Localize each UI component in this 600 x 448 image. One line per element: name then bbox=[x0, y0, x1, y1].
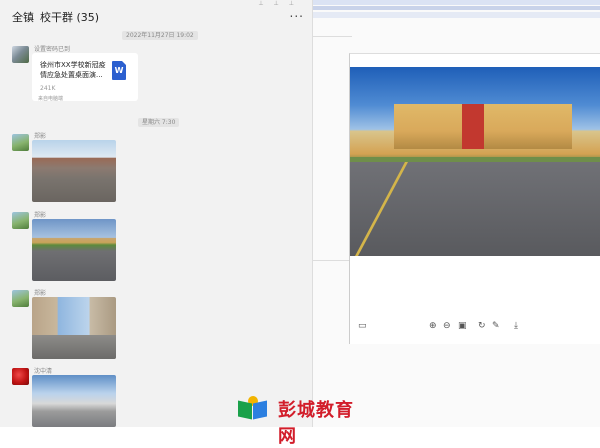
sender-name: 郑影 bbox=[34, 133, 47, 140]
avatar[interactable] bbox=[12, 212, 29, 229]
original-size-icon[interactable]: ▣ bbox=[458, 319, 467, 333]
file-name: 徐州市XX学校新冠疫情应急处置桌面演... bbox=[40, 61, 106, 79]
watermark-text: 彭城教育网 bbox=[278, 400, 354, 447]
image-message[interactable] bbox=[32, 219, 116, 281]
viewer-toolbar: ▭ ⊕ ⊖ ▣ ↻ ✎ ⤓ bbox=[350, 319, 600, 333]
image-message[interactable] bbox=[32, 297, 116, 359]
watermark-logo: 彭城教育网 bbox=[236, 394, 370, 447]
background-tabs bbox=[312, 12, 600, 18]
edit-icon[interactable]: ✎ bbox=[492, 319, 500, 333]
book-logo-icon bbox=[236, 396, 270, 422]
sender-name: 沈中清 bbox=[34, 368, 53, 375]
background-toolbar bbox=[312, 6, 600, 10]
back-button[interactable]: 全镇 bbox=[12, 9, 34, 25]
sender-name: 设置密码已到 bbox=[34, 46, 71, 53]
zoom-out-icon[interactable]: ⊖ bbox=[443, 319, 451, 333]
avatar[interactable] bbox=[12, 290, 29, 307]
image-message[interactable] bbox=[32, 375, 116, 427]
sender-name: 郑影 bbox=[34, 212, 47, 219]
download-icon[interactable]: ⤓ bbox=[514, 319, 518, 333]
timestamp: 2022年11月27日 19:02 bbox=[122, 31, 198, 40]
background-title-bar bbox=[312, 0, 600, 5]
avatar[interactable] bbox=[12, 368, 29, 385]
image-message[interactable] bbox=[32, 140, 116, 202]
avatar[interactable] bbox=[12, 134, 29, 151]
chat-panel: 全镇 校干群 (35) ⊥⊥⊥ ... 2022年11月27日 19:02 设置… bbox=[0, 0, 313, 427]
chat-title: 校干群 (35) bbox=[40, 11, 100, 24]
timestamp: 星期六 7:30 bbox=[138, 118, 180, 127]
background-divider bbox=[312, 36, 352, 37]
zoom-in-icon[interactable]: ⊕ bbox=[429, 319, 437, 333]
image-road bbox=[350, 162, 600, 256]
word-document-icon: W bbox=[112, 61, 126, 80]
more-options-button[interactable]: ... bbox=[290, 6, 304, 20]
avatar[interactable] bbox=[12, 46, 29, 63]
chat-header: 全镇 校干群 (35) ⊥⊥⊥ ... bbox=[0, 0, 312, 30]
rotate-icon[interactable]: ↻ bbox=[478, 319, 486, 333]
image-viewer: ▭ ⊕ ⊖ ▣ ↻ ✎ ⤓ bbox=[349, 53, 600, 344]
background-divider bbox=[312, 260, 352, 261]
file-size: 241K bbox=[40, 85, 56, 92]
viewer-image[interactable] bbox=[350, 67, 600, 256]
fit-screen-icon[interactable]: ▭ bbox=[358, 319, 367, 333]
sender-name: 郑影 bbox=[34, 290, 47, 297]
file-source: 来自电脑端 bbox=[38, 96, 64, 102]
file-message[interactable]: 徐州市XX学校新冠疫情应急处置桌面演... 241K W bbox=[32, 53, 138, 101]
image-ground bbox=[32, 335, 116, 359]
image-building-sign bbox=[462, 104, 484, 149]
